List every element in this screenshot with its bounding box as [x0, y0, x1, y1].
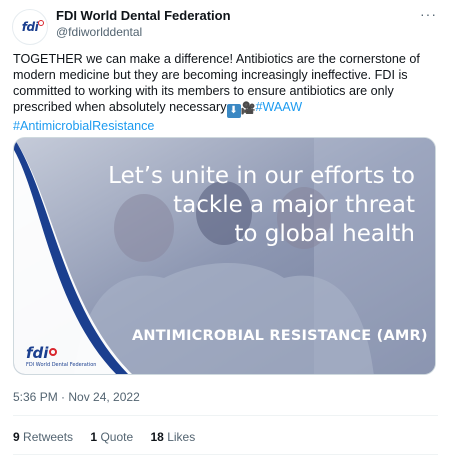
tweet-media-image[interactable]: Let’s unite in our efforts to tackle a m…	[13, 137, 436, 375]
divider-bottom	[13, 454, 438, 455]
media-headline-line-2: tackle a major threat	[173, 192, 415, 218]
down-arrow-emoji-icon: ⬇	[226, 104, 241, 118]
divider	[13, 415, 438, 416]
author-handle[interactable]: @fdiworlddental	[56, 25, 142, 39]
retweets-count: 9	[13, 430, 20, 444]
quotes-label: Quote	[100, 430, 134, 444]
author-name[interactable]: FDI World Dental Federation	[56, 8, 231, 23]
likes-count: 18	[150, 430, 164, 444]
likes-label: Likes	[167, 430, 196, 444]
likes-stat[interactable]: 18 Likes	[150, 430, 195, 444]
engagement-stats: 9 Retweets 1 Quote 18 Likes	[13, 430, 209, 444]
hashtag-antimicrobial-resistance[interactable]: #AntimicrobialResistance	[13, 119, 154, 133]
media-logo-text: fdi	[26, 344, 49, 362]
logo-ring-icon	[49, 348, 58, 356]
media-logo-subtitle: FDI World Dental Federation	[26, 362, 97, 368]
retweets-stat[interactable]: 9 Retweets	[13, 430, 73, 444]
quotes-count: 1	[90, 430, 98, 444]
media-headline: Let’s unite in our efforts to tackle a m…	[105, 162, 415, 249]
movie-camera-emoji-icon: 🎥	[240, 101, 256, 115]
tweet-body: TOGETHER we can make a difference! Antib…	[13, 52, 420, 114]
tweet-card: fdi FDI World Dental Federation @fdiworl…	[0, 0, 451, 456]
fdi-logo-icon: fdi	[22, 20, 45, 34]
more-options-icon[interactable]: ···	[420, 6, 437, 22]
hashtag-waaw[interactable]: #WAAW	[255, 100, 302, 114]
retweets-label: Retweets	[23, 430, 74, 444]
media-headline-line-3: to global health	[234, 221, 415, 247]
media-headline-line-1: Let’s unite in our efforts to	[108, 163, 415, 189]
quotes-stat[interactable]: 1 Quote	[90, 430, 133, 444]
media-fdi-logo: fdi FDI World Dental Federation	[26, 344, 96, 368]
tweet-timestamp[interactable]: 5:36 PM · Nov 24, 2022	[13, 390, 140, 404]
avatar[interactable]: fdi	[12, 9, 48, 45]
media-banner-text: ANTIMICROBIAL RESISTANCE (AMR)	[132, 328, 428, 344]
tweet-text: TOGETHER we can make a difference! Antib…	[13, 51, 443, 134]
